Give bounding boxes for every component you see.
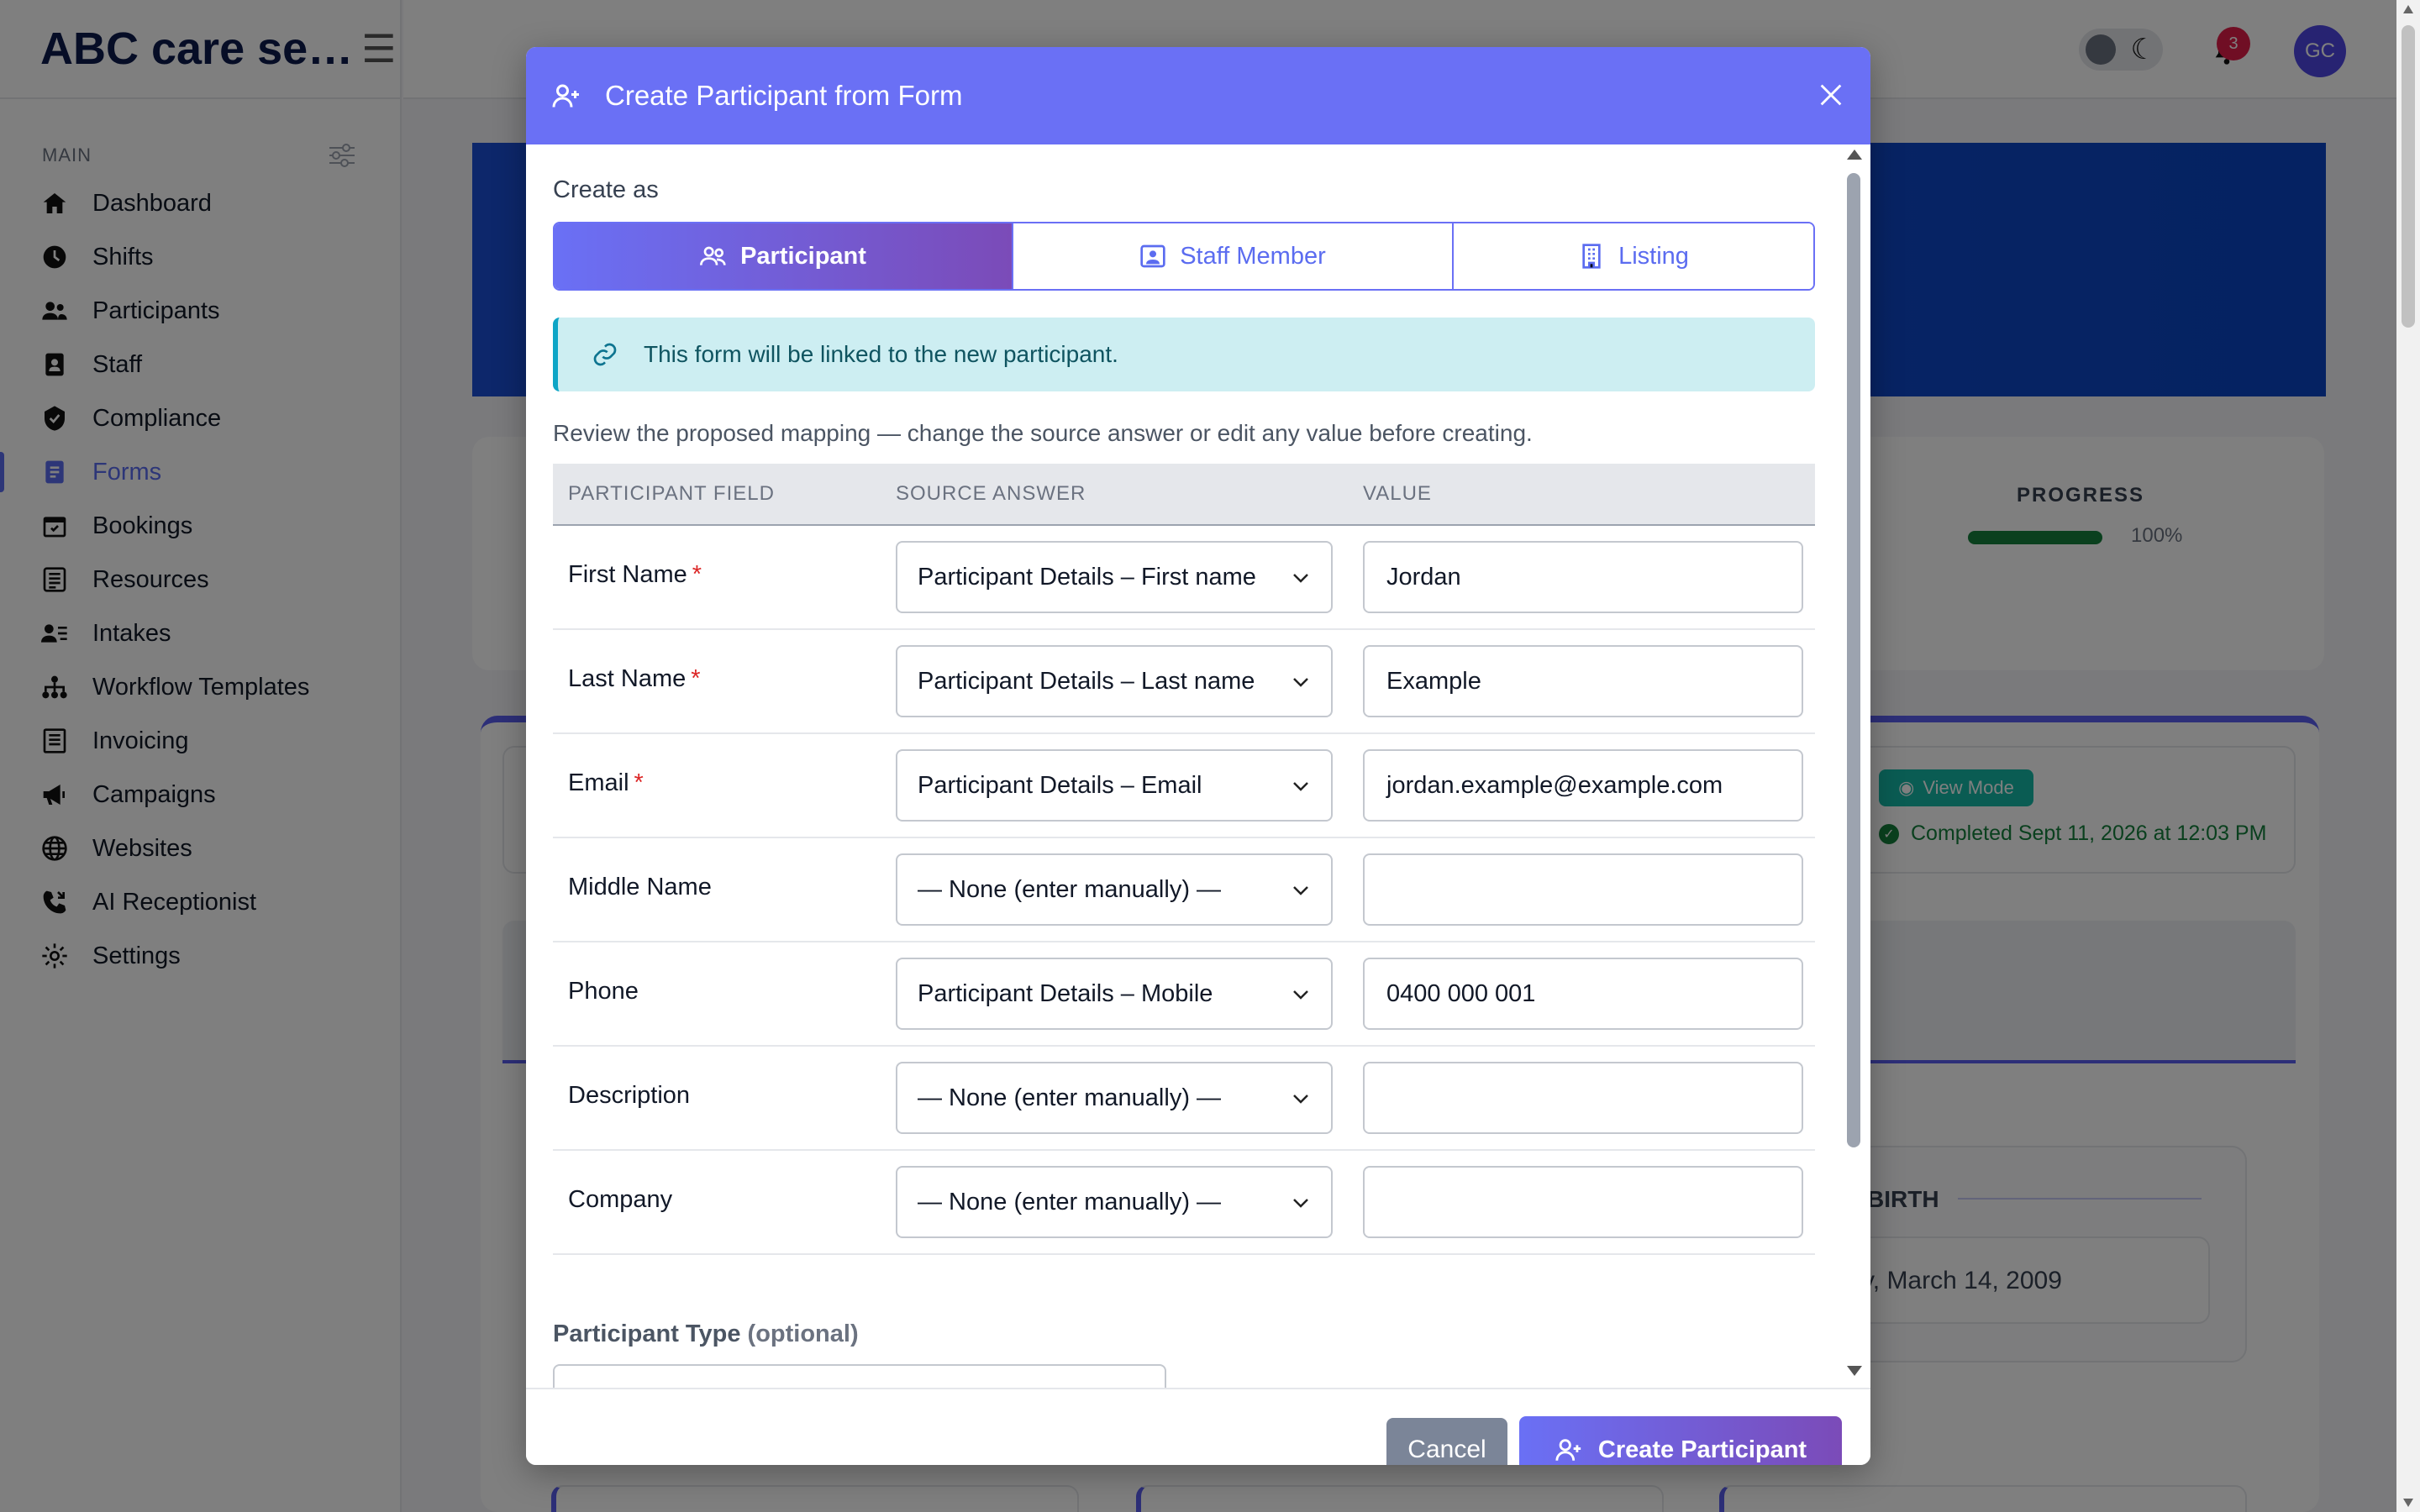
field-name: Company (568, 1186, 673, 1213)
chevron-down-icon (1293, 990, 1308, 1000)
col-participant-field: PARTICIPANT FIELD (568, 482, 775, 505)
field-label: Company (568, 1186, 677, 1214)
create-as-participant[interactable]: Participant (555, 223, 1012, 289)
create-as-listing[interactable]: Listing (1452, 223, 1813, 289)
value-input[interactable] (1363, 1062, 1803, 1134)
create-as-staff-member[interactable]: Staff Member (1012, 223, 1452, 289)
modal-body: Create as Participant Staff Member Listi… (526, 144, 1870, 1388)
selected-source: — None (enter manually) — (918, 1084, 1222, 1111)
value-input[interactable] (1363, 1166, 1803, 1238)
col-source-answer: SOURCE ANSWER (896, 482, 1086, 505)
table-row: Company — None (enter manually) — (553, 1151, 1815, 1255)
table-row: First Name * Participant Details – First … (553, 526, 1815, 630)
required-marker: * (691, 665, 701, 692)
field-label: Phone (568, 978, 644, 1005)
value-input[interactable]: 0400 000 001 (1363, 958, 1803, 1030)
create-participant-button[interactable]: Create Participant (1519, 1416, 1842, 1465)
value-input[interactable]: jordan.example@example.com (1363, 749, 1803, 822)
selected-source: Participant Details – Email (918, 771, 1202, 799)
user-plus-icon (552, 84, 579, 108)
field-name: Phone (568, 978, 639, 1005)
value-input[interactable] (1363, 853, 1803, 926)
create-participant-modal: Create Participant from Form Create as P… (526, 47, 1870, 1465)
field-label: First Name * (568, 561, 702, 589)
option-label: Listing (1618, 242, 1689, 270)
selected-source: Participant Details – Mobile (918, 979, 1213, 1007)
source-answer-select[interactable]: Participant Details – First name (896, 541, 1333, 613)
scroll-up-arrow-icon[interactable] (2403, 5, 2413, 13)
field-name: Description (568, 1082, 691, 1109)
option-label: Participant (740, 242, 866, 270)
chevron-down-icon (1293, 1199, 1308, 1208)
chevron-down-icon (1293, 886, 1308, 895)
table-header: PARTICIPANT FIELD SOURCE ANSWER VALUE (553, 464, 1815, 526)
selected-source: Participant Details – Last name (918, 667, 1255, 695)
field-name: Email (568, 769, 629, 796)
create-as-segmented-control: Participant Staff Member Listing (553, 222, 1815, 291)
optional-marker: (optional) (747, 1320, 859, 1347)
chevron-down-icon (1293, 574, 1308, 583)
modal-scrollbar-thumb[interactable] (1847, 173, 1860, 1147)
modal-header: Create Participant from Form (526, 47, 1870, 144)
field-name: First Name (568, 561, 687, 588)
users-icon (700, 246, 726, 265)
create-participant-label: Create Participant (1597, 1436, 1807, 1463)
field-label: Middle Name (568, 874, 717, 901)
field-label: Email * (568, 769, 644, 797)
field-label: Description (568, 1082, 695, 1110)
cancel-button[interactable]: Cancel (1386, 1418, 1507, 1465)
option-label: Staff Member (1180, 242, 1326, 270)
building-icon (1582, 244, 1601, 269)
table-row: Description — None (enter manually) — (553, 1047, 1815, 1151)
field-label: Last Name * (568, 665, 701, 693)
page-scrollbar[interactable] (2396, 0, 2420, 1512)
required-marker: * (692, 561, 702, 588)
chevron-down-icon (1293, 782, 1308, 791)
scroll-up-arrow-icon[interactable] (1847, 150, 1862, 160)
page-scrollbar-thumb[interactable] (2402, 25, 2415, 328)
participant-type-select[interactable] (553, 1364, 1166, 1388)
staff-badge-icon (1140, 244, 1165, 268)
info-text: This form will be linked to the new part… (644, 341, 1118, 367)
source-answer-select[interactable]: — None (enter manually) — (896, 1166, 1333, 1238)
required-marker: * (634, 769, 644, 796)
table-row: Last Name * Participant Details – Last na… (553, 630, 1815, 734)
modal-title: Create Participant from Form (605, 80, 963, 111)
mapping-table: PARTICIPANT FIELD SOURCE ANSWER VALUE Fi… (553, 464, 1815, 1255)
col-value: VALUE (1363, 482, 1432, 505)
chevron-down-icon (1293, 1095, 1308, 1104)
source-answer-select[interactable]: — None (enter manually) — (896, 1062, 1333, 1134)
selected-source: — None (enter manually) — (918, 1188, 1222, 1215)
participant-type-text: Participant Type (553, 1320, 741, 1347)
source-answer-select[interactable]: Participant Details – Email (896, 749, 1333, 822)
scroll-down-arrow-icon[interactable] (1847, 1366, 1862, 1376)
table-row: Middle Name — None (enter manually) — (553, 838, 1815, 942)
mapping-hint: Review the proposed mapping — change the… (553, 420, 1533, 446)
user-plus-icon (1555, 1439, 1581, 1461)
info-alert: This form will be linked to the new part… (553, 318, 1815, 391)
source-answer-select[interactable]: Participant Details – Mobile (896, 958, 1333, 1030)
source-answer-select[interactable]: Participant Details – Last name (896, 645, 1333, 717)
chevron-down-icon (1293, 678, 1308, 687)
field-name: Middle Name (568, 874, 712, 900)
scroll-down-arrow-icon[interactable] (2403, 1499, 2413, 1507)
selected-source: — None (enter manually) — (918, 875, 1222, 903)
participant-type-label: Participant Type (optional) (553, 1320, 859, 1348)
selected-source: Participant Details – First name (918, 563, 1256, 591)
link-icon (593, 343, 617, 366)
table-row: Phone Participant Details – Mobile 0400 … (553, 942, 1815, 1047)
table-row: Email * Participant Details – Email jorda… (553, 734, 1815, 838)
modal-scrollbar[interactable] (1845, 144, 1865, 1388)
value-input[interactable]: Example (1363, 645, 1803, 717)
modal-footer: Cancel Create Participant (526, 1388, 1870, 1465)
value-input[interactable]: Jordan (1363, 541, 1803, 613)
create-as-label: Create as (553, 176, 659, 203)
field-name: Last Name (568, 665, 687, 692)
close-icon[interactable] (1817, 81, 1845, 109)
source-answer-select[interactable]: — None (enter manually) — (896, 853, 1333, 926)
